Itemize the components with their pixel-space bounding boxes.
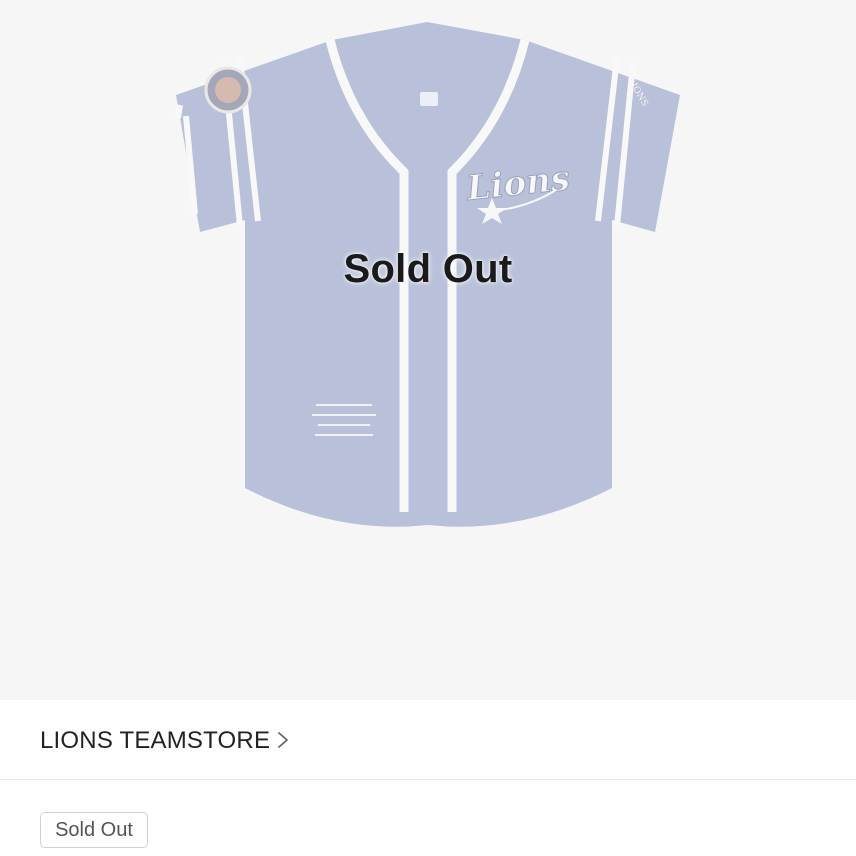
sold-out-overlay-text: Sold Out — [343, 247, 513, 291]
status-badge: Sold Out — [40, 812, 148, 848]
product-image-area[interactable]: LIONS Lions Sold Out — [0, 0, 856, 700]
store-link[interactable]: LIONS TEAMSTORE — [0, 700, 856, 780]
store-name: LIONS TEAMSTORE — [40, 727, 271, 754]
chevron-right-icon — [278, 732, 288, 748]
sold-out-overlay — [0, 0, 856, 700]
